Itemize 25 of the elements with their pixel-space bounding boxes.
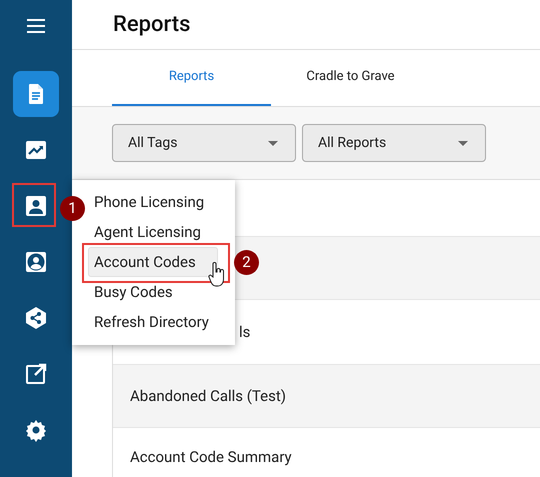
menu-item[interactable]: Refresh Directory — [88, 307, 215, 337]
share-icon — [24, 306, 48, 330]
page-title: Reports — [113, 11, 190, 39]
report-name[interactable]: Abandoned Calls (Test) — [130, 384, 286, 408]
report-name[interactable]: ls — [239, 320, 250, 344]
menu-item[interactable]: Busy Codes — [88, 277, 179, 307]
dropdown-value: All Reports — [318, 134, 386, 152]
dropdown-value: All Tags — [128, 134, 178, 152]
menu-icon[interactable] — [26, 18, 46, 34]
caret-icon — [458, 140, 468, 146]
person-icon — [24, 194, 48, 218]
menu-item[interactable]: Phone Licensing — [88, 187, 210, 217]
gear-icon — [24, 418, 48, 442]
menu-item[interactable]: Agent Licensing — [88, 217, 207, 247]
menu-item[interactable]: Account Codes — [88, 247, 218, 277]
caret-icon — [268, 140, 278, 146]
highlight-frame — [12, 183, 56, 227]
trending-chart-icon — [24, 138, 48, 162]
external-link-icon — [24, 362, 48, 386]
report-name[interactable]: Account Code Summary — [130, 446, 292, 469]
sidebar-button[interactable] — [13, 71, 59, 117]
tab[interactable]: Cradle to Grave — [271, 50, 430, 106]
filter-dropdown[interactable]: All Reports — [302, 124, 486, 162]
hand-cursor-icon — [208, 262, 226, 287]
filter-dropdown[interactable]: All Tags — [112, 124, 296, 162]
